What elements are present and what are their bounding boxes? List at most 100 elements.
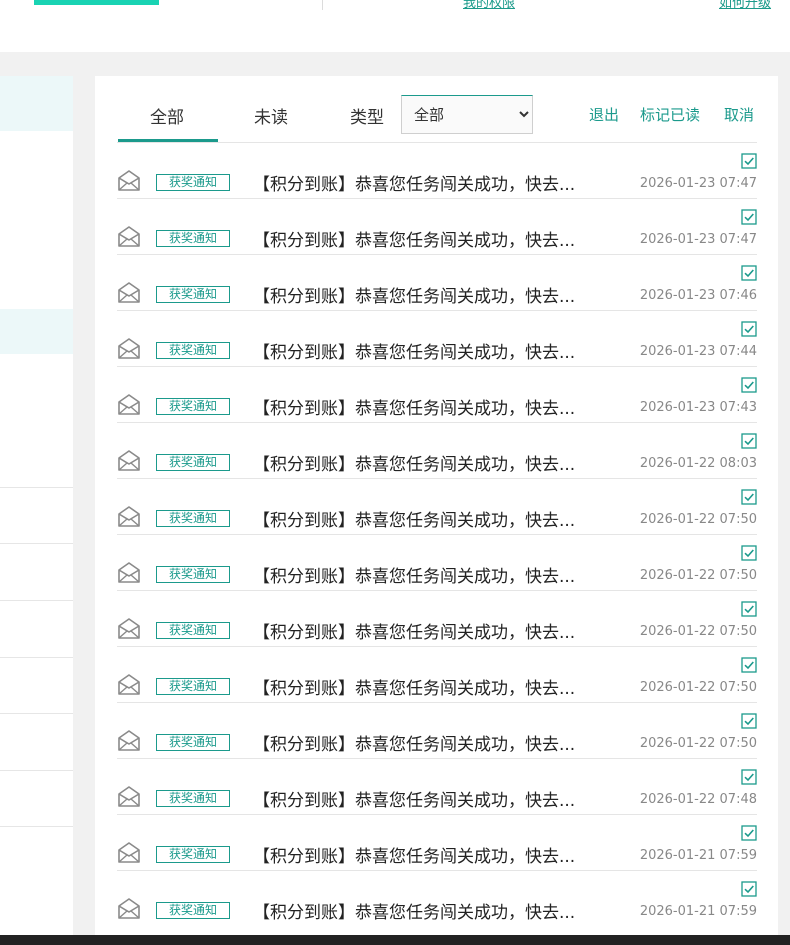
checkbox-icon[interactable] [741, 377, 757, 393]
envelope-icon [117, 169, 141, 191]
envelope-icon [117, 785, 141, 807]
left-nav-panel [0, 76, 73, 945]
message-type-badge: 获奖通知 [156, 174, 230, 191]
envelope-icon [117, 673, 141, 695]
message-title[interactable]: 【积分到账】恭喜您任务闯关成功，快去... [253, 338, 583, 363]
envelope-icon [117, 561, 141, 583]
message-type-badge: 获奖通知 [156, 622, 230, 639]
message-title[interactable]: 【积分到账】恭喜您任务闯关成功，快去... [253, 618, 583, 643]
checkbox-icon[interactable] [741, 209, 757, 225]
message-row[interactable]: 获奖通知 【积分到账】恭喜您任务闯关成功，快去... 2026-01-22 07:5… [117, 478, 757, 534]
checkbox-icon[interactable] [741, 153, 757, 169]
message-type-badge: 获奖通知 [156, 342, 230, 359]
envelope-icon [117, 449, 141, 471]
envelope-icon [117, 225, 141, 247]
checkbox-icon[interactable] [741, 769, 757, 785]
message-date: 2026-01-22 08:03 [639, 456, 757, 471]
left-nav-item-active[interactable] [0, 76, 73, 131]
message-type-badge: 获奖通知 [156, 566, 230, 583]
message-date: 2026-01-23 07:43 [639, 400, 757, 415]
message-type-badge: 获奖通知 [156, 734, 230, 751]
message-date: 2026-01-22 07:48 [639, 792, 757, 807]
message-title[interactable]: 【积分到账】恭喜您任务闯关成功，快去... [253, 562, 583, 587]
envelope-icon [117, 505, 141, 527]
mark-read-button[interactable]: 标记已读 [640, 104, 700, 125]
left-nav-divider [0, 826, 73, 827]
message-row[interactable]: 获奖通知 【积分到账】恭喜您任务闯关成功，快去... 2026-01-22 07:5… [117, 534, 757, 590]
message-title[interactable]: 【积分到账】恭喜您任务闯关成功，快去... [253, 842, 583, 867]
message-row[interactable]: 获奖通知 【积分到账】恭喜您任务闯关成功，快去... 2026-01-23 07:4… [117, 366, 757, 422]
message-row[interactable]: 获奖通知 【积分到账】恭喜您任务闯关成功，快去... 2026-01-22 08:0… [117, 422, 757, 478]
message-row[interactable]: 获奖通知 【积分到账】恭喜您任务闯关成功，快去... 2026-01-22 07:5… [117, 590, 757, 646]
checkbox-icon[interactable] [741, 881, 757, 897]
message-title[interactable]: 【积分到账】恭喜您任务闯关成功，快去... [253, 674, 583, 699]
message-title[interactable]: 【积分到账】恭喜您任务闯关成功，快去... [253, 898, 583, 923]
message-type-badge: 获奖通知 [156, 230, 230, 247]
envelope-icon [117, 281, 141, 303]
type-filter-select[interactable]: 全部 [401, 95, 533, 134]
message-title[interactable]: 【积分到账】恭喜您任务闯关成功，快去... [253, 226, 583, 251]
checkbox-icon[interactable] [741, 489, 757, 505]
checkbox-icon[interactable] [741, 825, 757, 841]
checkbox-icon[interactable] [741, 545, 757, 561]
message-type-badge: 获奖通知 [156, 454, 230, 471]
cancel-button[interactable]: 取消 [724, 104, 754, 125]
how-to-upgrade-link[interactable]: 如何升级 [719, 0, 771, 11]
message-title[interactable]: 【积分到账】恭喜您任务闯关成功，快去... [253, 730, 583, 755]
message-date: 2026-01-22 07:50 [639, 512, 757, 527]
message-title[interactable]: 【积分到账】恭喜您任务闯关成功，快去... [253, 786, 583, 811]
message-row[interactable]: 获奖通知 【积分到账】恭喜您任务闯关成功，快去... 2026-01-23 07:4… [117, 254, 757, 310]
message-row[interactable]: 获奖通知 【积分到账】恭喜您任务闯关成功，快去... 2026-01-23 07:4… [117, 198, 757, 254]
message-type-badge: 获奖通知 [156, 790, 230, 807]
type-filter-label: 类型 [350, 108, 384, 128]
message-row[interactable]: 获奖通知 【积分到账】恭喜您任务闯关成功，快去... 2026-01-23 07:4… [117, 142, 757, 198]
exit-button[interactable]: 退出 [589, 104, 619, 125]
checkbox-icon[interactable] [741, 713, 757, 729]
message-date: 2026-01-21 07:59 [639, 848, 757, 863]
envelope-icon [117, 841, 141, 863]
message-type-badge: 获奖通知 [156, 286, 230, 303]
message-row[interactable]: 获奖通知 【积分到账】恭喜您任务闯关成功，快去... 2026-01-21 07:5… [117, 870, 757, 926]
message-title[interactable]: 【积分到账】恭喜您任务闯关成功，快去... [253, 282, 583, 307]
message-title[interactable]: 【积分到账】恭喜您任务闯关成功，快去... [253, 170, 583, 195]
message-tabs: 全部 未读 类型 全部 退出 标记已读 取消 [95, 76, 778, 142]
left-nav-divider [0, 713, 73, 714]
my-permissions-link[interactable]: 我的权限 [463, 0, 515, 11]
checkbox-icon[interactable] [741, 265, 757, 281]
bottom-strip [0, 935, 790, 945]
left-nav-divider [0, 600, 73, 601]
left-nav-item-highlight[interactable] [0, 309, 73, 354]
message-row[interactable]: 获奖通知 【积分到账】恭喜您任务闯关成功，快去... 2026-01-22 07:5… [117, 646, 757, 702]
message-date: 2026-01-23 07:47 [639, 176, 757, 191]
message-date: 2026-01-22 07:50 [639, 624, 757, 639]
top-divider [322, 0, 323, 10]
brand-accent-bar [34, 0, 159, 5]
checkbox-icon[interactable] [741, 321, 757, 337]
message-row[interactable]: 获奖通知 【积分到账】恭喜您任务闯关成功，快去... 2026-01-22 07:5… [117, 702, 757, 758]
message-row[interactable]: 获奖通知 【积分到账】恭喜您任务闯关成功，快去... 2026-01-21 07:5… [117, 814, 757, 870]
tab-unread[interactable]: 未读 [254, 103, 288, 128]
message-date: 2026-01-21 07:59 [639, 904, 757, 919]
message-title[interactable]: 【积分到账】恭喜您任务闯关成功，快去... [253, 506, 583, 531]
message-date: 2026-01-23 07:46 [639, 288, 757, 303]
message-date: 2026-01-22 07:50 [639, 736, 757, 751]
message-row[interactable]: 获奖通知 【积分到账】恭喜您任务闯关成功，快去... 2026-01-22 07:4… [117, 758, 757, 814]
message-panel: 全部 未读 类型 全部 退出 标记已读 取消 获奖通知【积分到账】恭喜您任务闯关… [95, 76, 778, 945]
checkbox-icon[interactable] [741, 433, 757, 449]
message-type-badge: 获奖通知 [156, 902, 230, 919]
left-nav-divider [0, 543, 73, 544]
message-type-badge: 获奖通知 [156, 510, 230, 527]
checkbox-icon[interactable] [741, 657, 757, 673]
message-title[interactable]: 【积分到账】恭喜您任务闯关成功，快去... [253, 394, 583, 419]
message-type-badge: 获奖通知 [156, 398, 230, 415]
envelope-icon [117, 897, 141, 919]
checkbox-icon[interactable] [741, 601, 757, 617]
left-nav-divider [0, 770, 73, 771]
left-nav-divider [0, 657, 73, 658]
message-date: 2026-01-23 07:44 [639, 344, 757, 359]
message-title[interactable]: 【积分到账】恭喜您任务闯关成功，快去... [253, 450, 583, 475]
message-date: 2026-01-22 07:50 [639, 568, 757, 583]
tab-all[interactable]: 全部 [150, 103, 184, 128]
message-row[interactable]: 获奖通知 【积分到账】恭喜您任务闯关成功，快去... 2026-01-23 07:4… [117, 310, 757, 366]
message-date: 2026-01-23 07:47 [639, 232, 757, 247]
